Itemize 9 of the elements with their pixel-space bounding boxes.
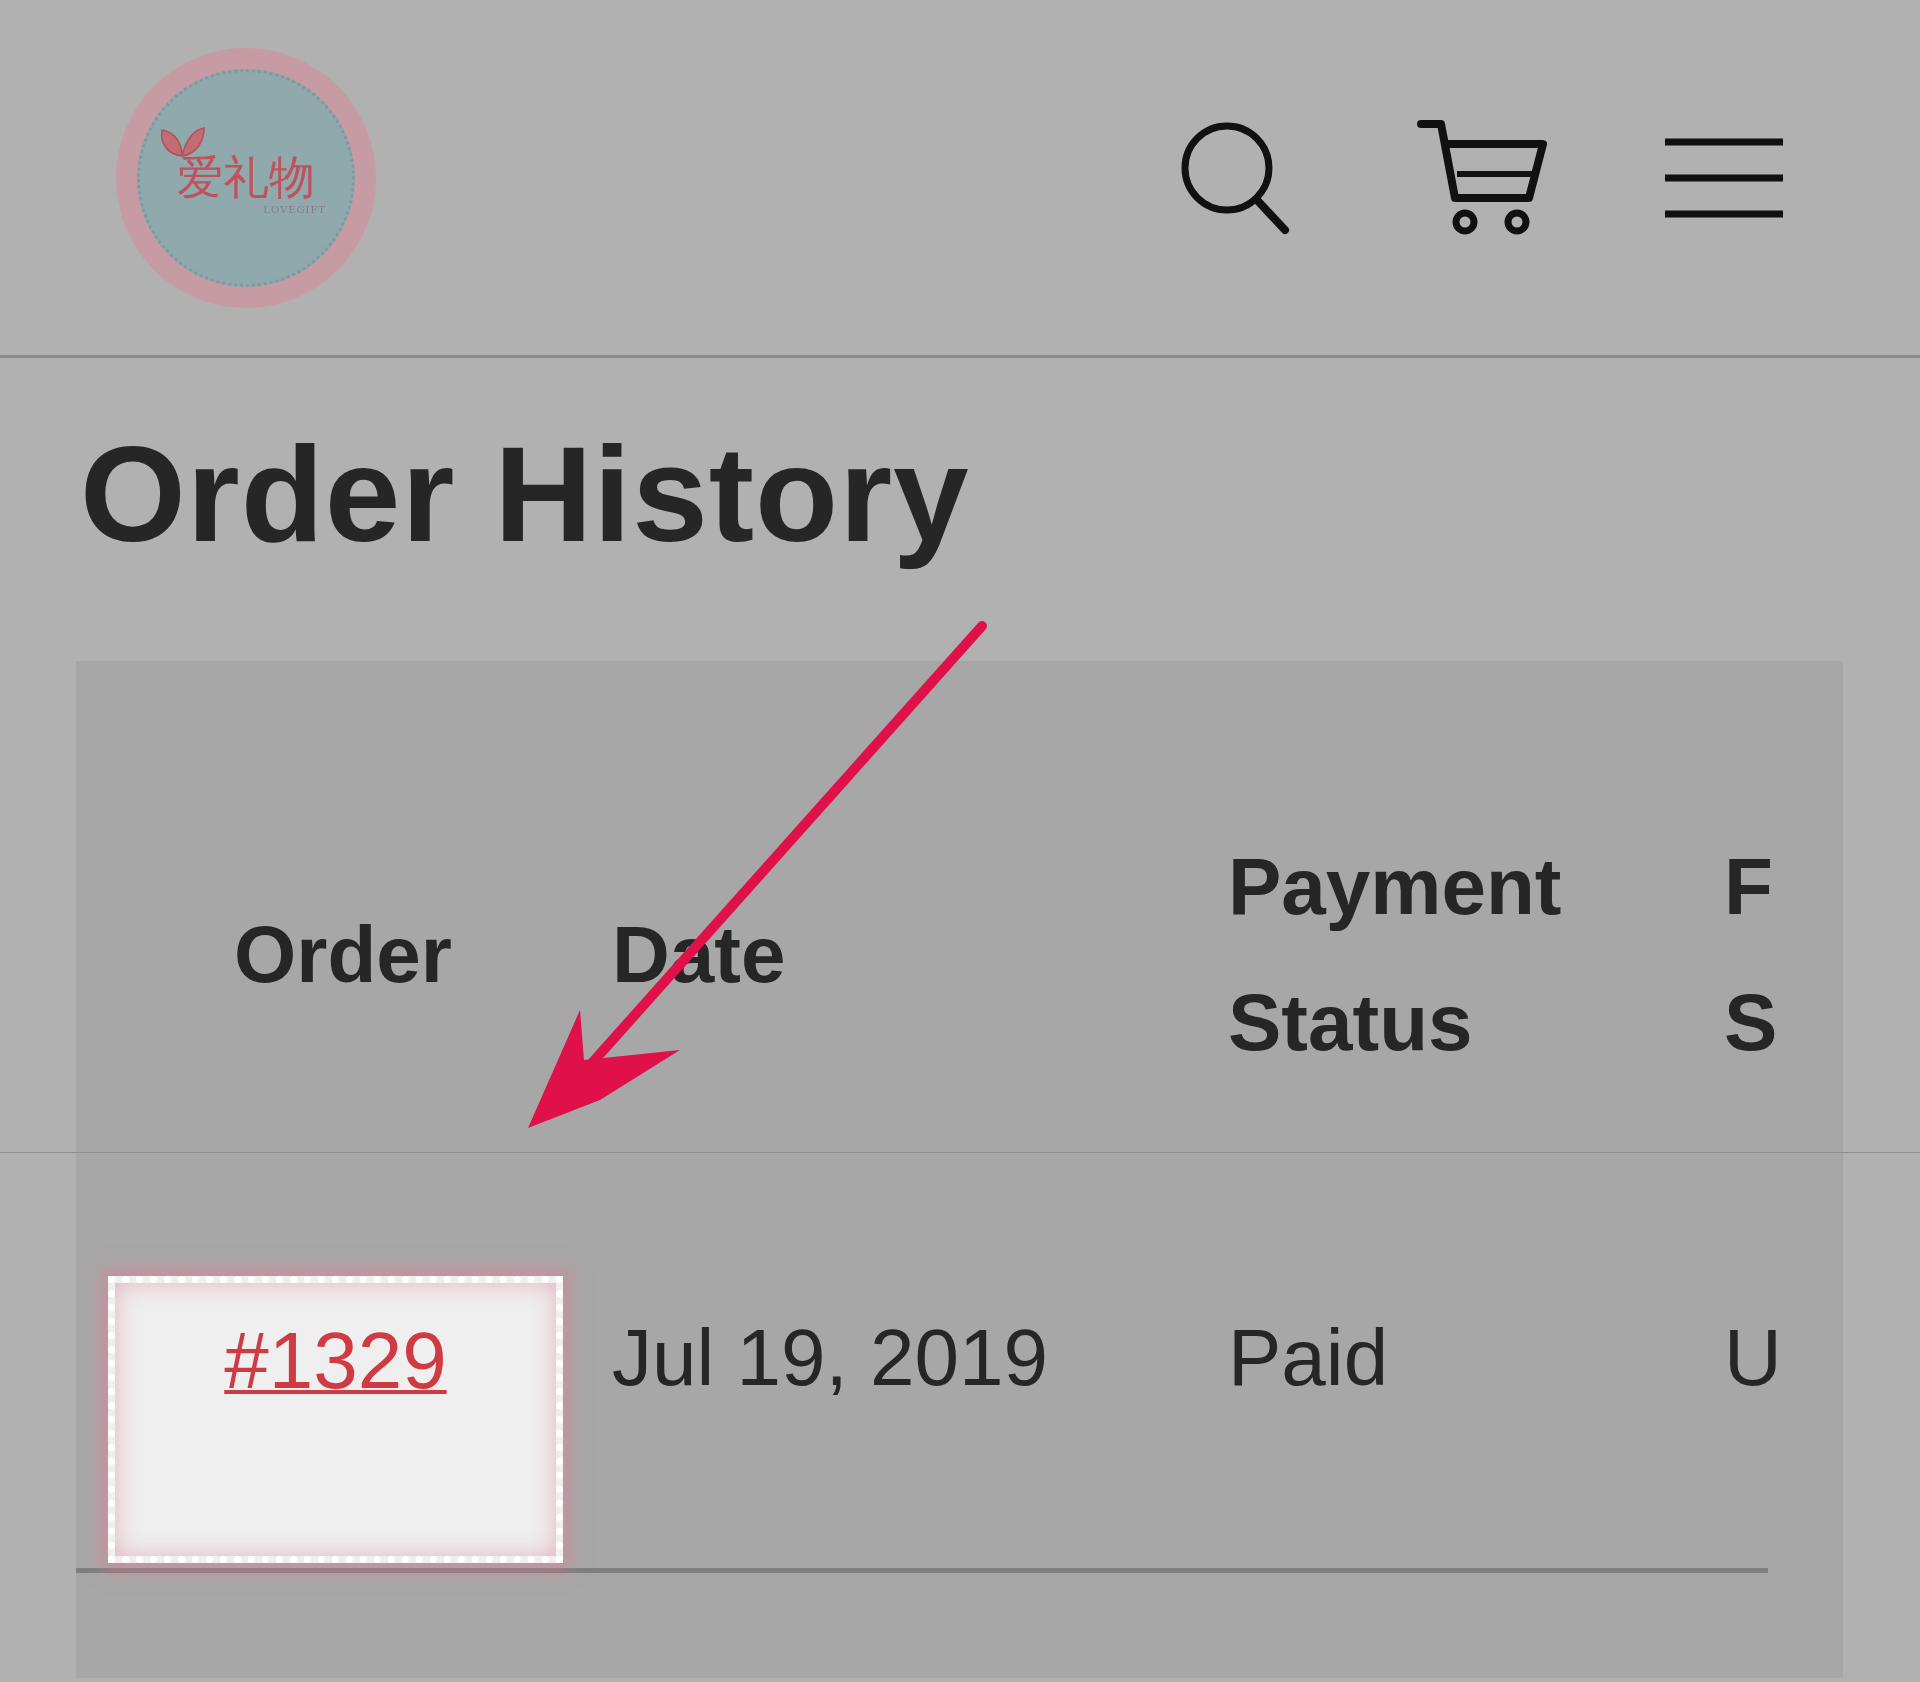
table-cell-text: Paid [1228,1312,1390,1405]
logo-text: 爱礼物 [177,154,315,200]
column-header: F S [1724,840,1779,1069]
table-cell-text: U [1724,1312,1783,1405]
column-header: Payment Status [1228,840,1563,1069]
order-link[interactable]: #1329 [224,1313,447,1409]
table-cell-text: Jul 19, 2019 [612,1312,1049,1405]
page-title: Order History [80,417,971,572]
column-header: Order [233,908,453,1001]
